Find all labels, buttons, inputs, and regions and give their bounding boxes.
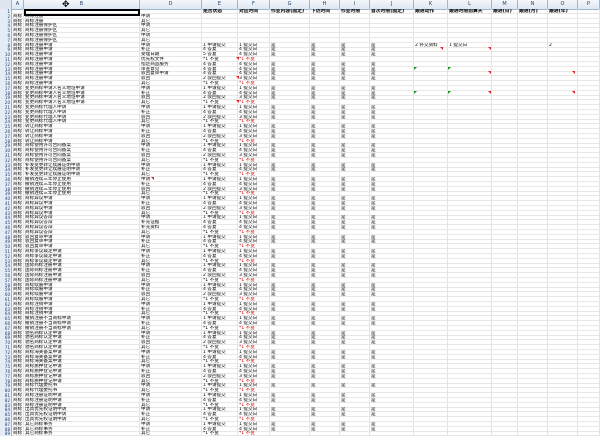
row-number[interactable]: 89 (0, 431, 12, 437)
comment-marker-icon[interactable] (440, 47, 443, 51)
cross-cursor-icon: ✥ (62, 0, 70, 10)
column-header-o[interactable]: O (548, 0, 578, 9)
column-header-g[interactable]: G (270, 0, 310, 9)
column-header-j[interactable]: J (370, 0, 414, 9)
cell-m[interactable] (492, 431, 518, 437)
cell-e[interactable]: *1 不变 (202, 431, 238, 437)
column-header-m[interactable]: M (492, 0, 518, 9)
column-header-k[interactable]: K (414, 0, 448, 9)
error-marker-icon[interactable] (414, 90, 417, 94)
error-marker-icon[interactable] (448, 66, 451, 70)
comment-marker-icon[interactable] (236, 100, 239, 104)
cell-f[interactable]: *1 不变 (238, 431, 270, 437)
comment-marker-icon[interactable] (151, 177, 154, 180)
cell-n[interactable] (518, 431, 548, 437)
select-all-corner[interactable] (0, 0, 12, 9)
cell-k[interactable] (414, 431, 448, 437)
cell-j[interactable] (370, 431, 414, 437)
column-header-p[interactable]: P (578, 0, 600, 9)
comment-marker-icon[interactable] (572, 71, 575, 75)
cell-b[interactable]: 其它商标事务 (24, 431, 140, 437)
cell-a[interactable]: 商标 (12, 431, 24, 437)
column-header-a[interactable]: A (12, 0, 24, 9)
comment-marker-icon[interactable] (488, 90, 491, 94)
comment-marker-icon[interactable] (488, 47, 491, 51)
column-header-e[interactable]: E (202, 0, 238, 9)
spreadsheet-grid[interactable]: ABDEFGHIJKLMNOP 1 是否状态 对应时间 作业内容(固定) 下达时间 作业时… (0, 0, 600, 446)
cell-l[interactable] (448, 431, 492, 437)
comment-marker-icon[interactable] (236, 76, 239, 80)
cell-h[interactable] (310, 431, 340, 437)
cell-i[interactable] (340, 431, 370, 437)
comment-marker-icon[interactable] (236, 57, 239, 60)
cell-g[interactable] (270, 431, 310, 437)
comment-marker-icon[interactable] (572, 90, 575, 94)
error-marker-icon[interactable] (414, 66, 417, 70)
cell-p[interactable] (578, 431, 600, 437)
column-header-b[interactable]: B (24, 0, 140, 9)
column-header-h[interactable]: H (310, 0, 340, 9)
column-header-n[interactable]: N (518, 0, 548, 9)
column-header-f[interactable]: F (238, 0, 270, 9)
column-header-l[interactable]: L (448, 0, 492, 9)
column-header-d[interactable]: D (140, 0, 202, 9)
column-header-i[interactable]: I (340, 0, 370, 9)
table-row: 89 商标 其它商标事务 其它 *1 不变 *1 不变 (0, 431, 600, 437)
error-marker-icon[interactable] (448, 90, 451, 94)
cell-o[interactable] (548, 431, 578, 437)
comment-marker-icon[interactable] (488, 71, 491, 75)
cell-d[interactable]: 其它 (140, 431, 202, 437)
